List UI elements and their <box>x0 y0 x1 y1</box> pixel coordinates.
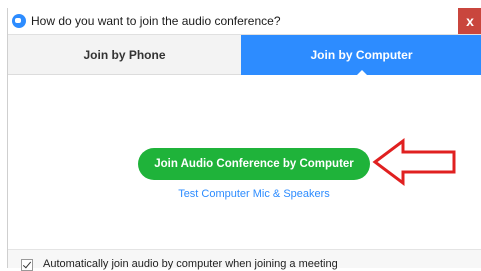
close-button[interactable]: x <box>458 8 481 34</box>
window-title: How do you want to join the audio confer… <box>31 14 281 28</box>
audio-dialog-window: How do you want to join the audio confer… <box>7 8 481 271</box>
tab-join-by-computer-label: Join by Computer <box>310 48 413 62</box>
title-bar: How do you want to join the audio confer… <box>8 8 481 35</box>
tab-join-by-computer[interactable]: Join by Computer <box>241 35 481 76</box>
join-audio-by-computer-button[interactable]: Join Audio Conference by Computer <box>138 148 370 180</box>
join-method-tabs: Join by Phone Join by Computer <box>8 35 481 76</box>
zoom-app-icon <box>12 14 26 28</box>
arrow-left-outline-icon <box>372 138 456 186</box>
join-panel: Join Audio Conference by Computer Test C… <box>8 75 481 241</box>
auto-join-checkbox[interactable] <box>21 259 33 271</box>
auto-join-label: Automatically join audio by computer whe… <box>43 258 338 270</box>
test-mic-speakers-link[interactable]: Test Computer Mic & Speakers <box>138 188 370 200</box>
tab-join-by-phone[interactable]: Join by Phone <box>8 35 241 75</box>
footer-bar: Automatically join audio by computer whe… <box>8 249 481 271</box>
